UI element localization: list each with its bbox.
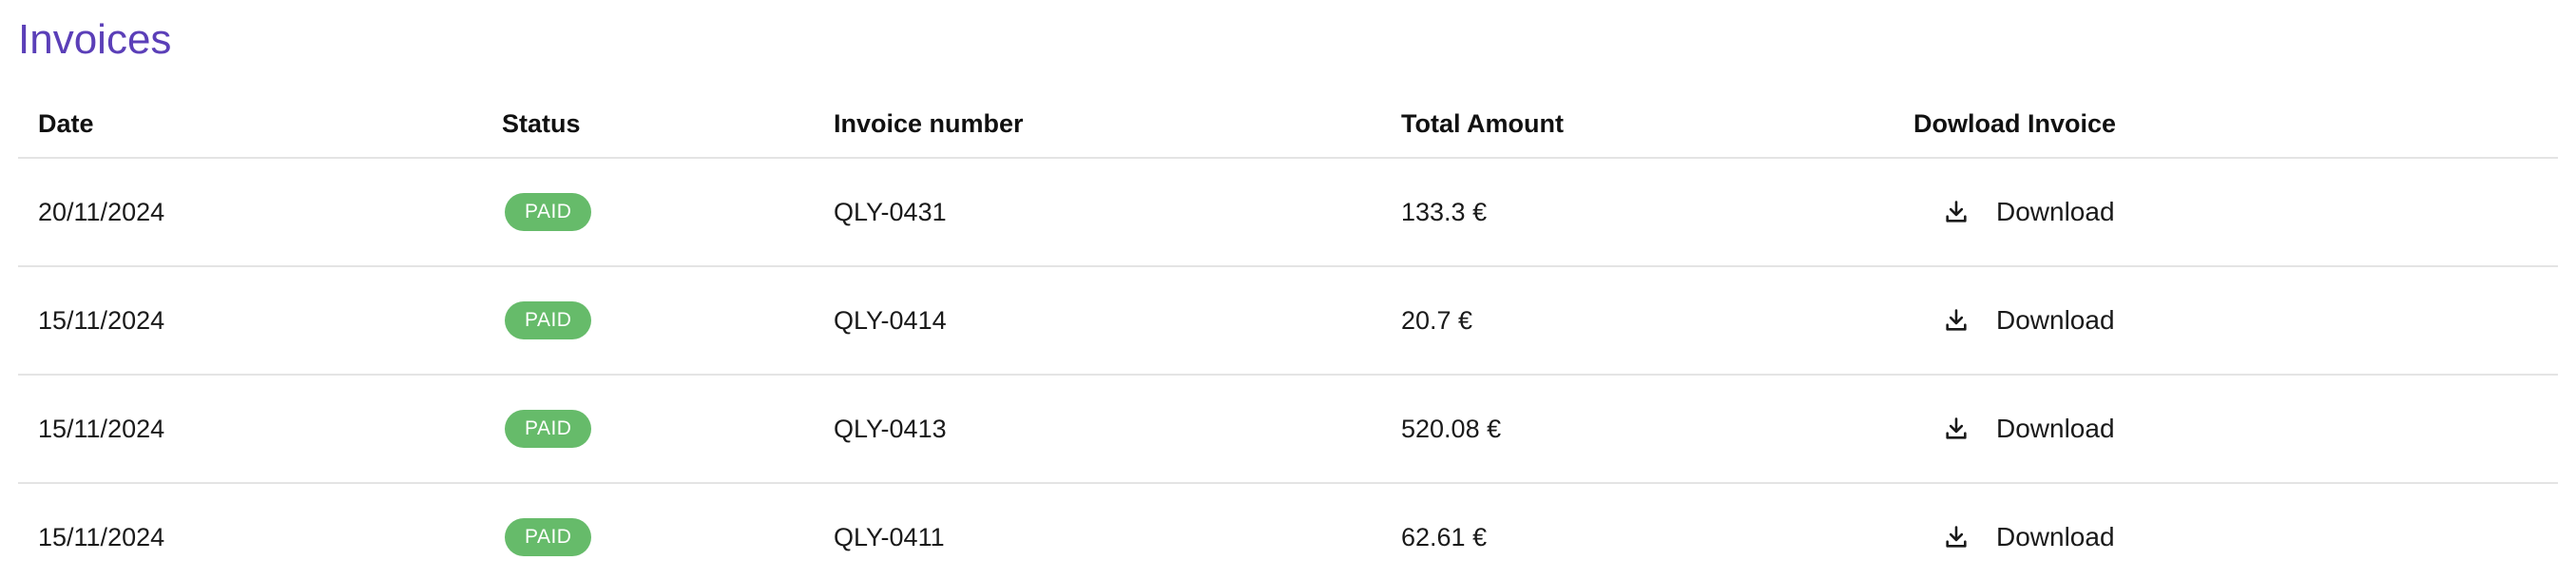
invoice-number: QLY-0414 — [834, 305, 947, 335]
download-button[interactable]: Download — [1937, 189, 2121, 235]
download-cell: Download — [1937, 159, 2121, 265]
download-button[interactable]: Download — [1937, 514, 2121, 560]
status-cell: PAID — [502, 484, 592, 580]
invoice-date: 15/11/2024 — [38, 414, 165, 443]
invoices-panel: Invoices Date Status Invoice number Tota… — [0, 0, 2576, 580]
status-cell: PAID — [502, 267, 592, 374]
download-icon — [1943, 199, 1970, 225]
column-header-invoice-number: Invoice number — [834, 109, 1024, 138]
invoice-date: 15/11/2024 — [38, 522, 165, 551]
download-button[interactable]: Download — [1937, 298, 2121, 343]
column-header-date: Date — [38, 109, 94, 138]
status-badge: PAID — [505, 518, 592, 556]
download-label: Download — [1996, 305, 2115, 335]
download-label: Download — [1996, 522, 2115, 551]
invoice-date: 15/11/2024 — [38, 305, 165, 335]
table-row: 20/11/2024 PAID QLY-0431 133.3 € Downloa… — [18, 159, 2558, 267]
invoices-table: Date Status Invoice number Total Amount … — [18, 91, 2558, 580]
download-label: Download — [1996, 197, 2115, 226]
status-badge: PAID — [505, 410, 592, 448]
status-cell: PAID — [502, 376, 592, 482]
download-cell: Download — [1937, 267, 2121, 374]
table-row: 15/11/2024 PAID QLY-0413 520.08 € Downlo… — [18, 376, 2558, 484]
invoice-number: QLY-0413 — [834, 414, 947, 443]
download-button[interactable]: Download — [1937, 406, 2121, 452]
table-header-row: Date Status Invoice number Total Amount … — [18, 91, 2558, 159]
total-amount: 20.7 € — [1401, 305, 1473, 335]
total-amount: 133.3 € — [1401, 197, 1488, 226]
invoice-date: 20/11/2024 — [38, 197, 165, 226]
status-badge: PAID — [505, 301, 592, 339]
column-header-status: Status — [502, 109, 581, 138]
status-cell: PAID — [502, 159, 592, 265]
total-amount: 520.08 € — [1401, 414, 1502, 443]
table-row: 15/11/2024 PAID QLY-0411 62.61 € Downloa… — [18, 484, 2558, 580]
download-cell: Download — [1937, 484, 2121, 580]
download-icon — [1943, 416, 1970, 442]
total-amount: 62.61 € — [1401, 522, 1488, 551]
download-icon — [1943, 307, 1970, 334]
download-label: Download — [1996, 414, 2115, 443]
download-cell: Download — [1937, 376, 2121, 482]
invoice-number: QLY-0411 — [834, 522, 945, 551]
column-header-total-amount: Total Amount — [1401, 109, 1564, 138]
invoice-number: QLY-0431 — [834, 197, 947, 226]
table-row: 15/11/2024 PAID QLY-0414 20.7 € Download — [18, 267, 2558, 376]
column-header-download-invoice: Dowload Invoice — [1913, 109, 2117, 138]
page-title: Invoices — [18, 16, 172, 63]
status-badge: PAID — [505, 193, 592, 231]
download-icon — [1943, 524, 1970, 551]
